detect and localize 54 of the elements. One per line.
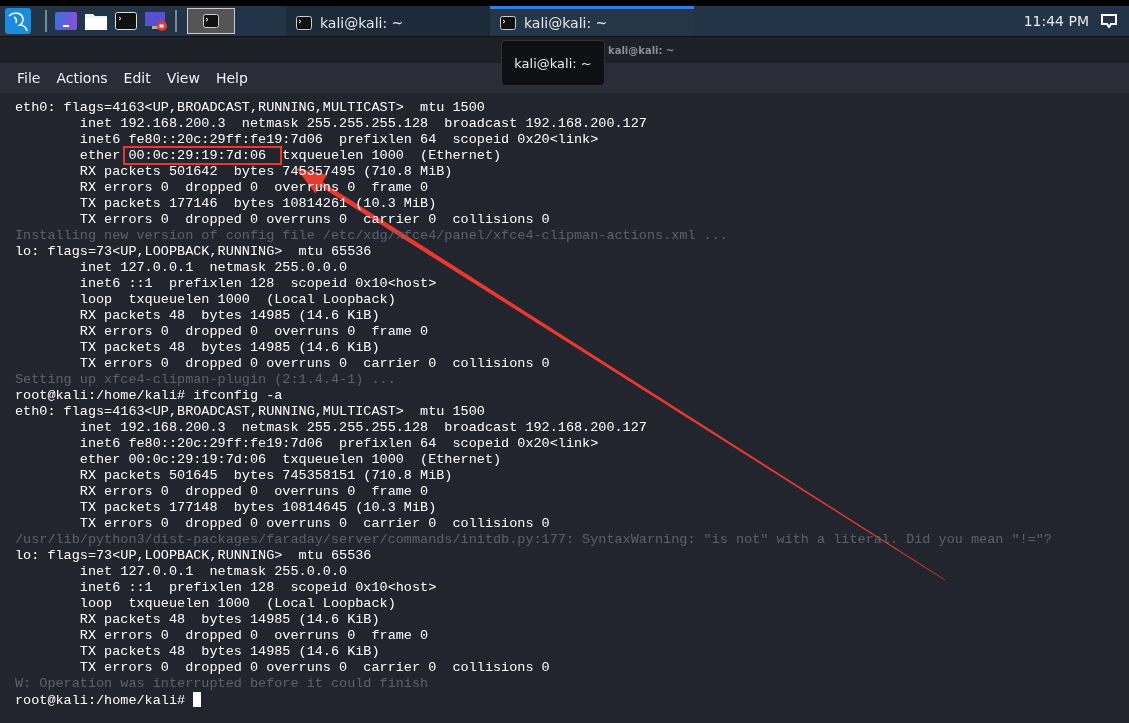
faded-terminal-line: W: Operation was interrupted before it could finish (15, 676, 430, 692)
terminal-line: inet6 ::1 prefixlen 128 scopeid 0x10<host> (78, 580, 438, 596)
terminal-line: lo: flags=73<UP,LOOPBACK,RUNNING> mtu 65536 (15, 548, 373, 564)
terminal-line: root@kali:/home/kali# ifconfig -a (15, 388, 284, 404)
terminal-line: TX errors 0 dropped 0 overruns 0 carrier 0 collisions 0 (78, 356, 551, 372)
task-button[interactable] (187, 8, 235, 34)
menu-item[interactable]: View (158, 66, 208, 90)
terminal-line: TX errors 0 dropped 0 overruns 0 carrier 0 collisions 0 (78, 660, 551, 676)
terminal-line: loop txqueuelen 1000 (Local Loopback) (78, 292, 397, 308)
terminal-line: eth0: flags=4163<UP,BROADCAST,RUNNING,MULTICAST> mtu 1500 (15, 404, 486, 420)
menu-item[interactable]: File (9, 66, 49, 90)
terminal-line: RX packets 48 bytes 14985 (14.6 KiB) (78, 308, 381, 324)
terminal-line: inet 127.0.0.1 netmask 255.0.0.0 (78, 564, 349, 580)
terminal-icon (500, 15, 516, 30)
terminal-line: RX errors 0 dropped 0 overruns 0 frame 0 (78, 484, 430, 500)
terminal-icon (203, 14, 219, 28)
terminal-line: TX packets 48 bytes 14985 (14.6 KiB) (78, 340, 381, 356)
faded-terminal-line: Setting up xfce4-clipman-plugin (2:1.4.4-1) ... (15, 372, 397, 388)
terminal-line: TX packets 48 bytes 14985 (14.6 KiB) (78, 644, 381, 660)
clock[interactable]: 11:44 PM (1023, 13, 1089, 29)
terminal-line: lo: flags=73<UP,LOOPBACK,RUNNING> mtu 65536 (15, 244, 373, 260)
terminal-line: TX packets 177146 bytes 10814261 (10.3 MiB) (78, 196, 438, 212)
terminal-line: RX packets 501645 bytes 745358151 (710.8 MiB) (78, 468, 454, 484)
notification-icon[interactable] (1101, 14, 1117, 28)
menu-item[interactable]: Help (207, 66, 256, 90)
terminal-line: inet 127.0.0.1 netmask 255.0.0.0 (78, 260, 349, 276)
terminal-line: inet6 fe80::20c:29ff:fe19:7d06 prefixlen 64 scopeid 0x20<link> (78, 436, 600, 452)
menu-item[interactable]: Edit (115, 66, 159, 90)
terminal-line: TX errors 0 dropped 0 overruns 0 carrier 0 collisions 0 (78, 516, 551, 532)
terminal-line: inet6 fe80::20c:29ff:fe19:7d06 prefixlen 64 scopeid 0x20<link> (78, 132, 600, 148)
tooltip: kali@kali: ~ (501, 40, 605, 86)
terminal-line: TX packets 177148 bytes 10814645 (10.3 MiB) (78, 500, 438, 516)
shell-prompt: root@kali:/home/kali# (15, 693, 187, 708)
terminal-line: inet6 ::1 prefixlen 128 scopeid 0x10<host> (78, 276, 438, 292)
terminal-line: loop txqueuelen 1000 (Local Loopback) (78, 596, 397, 612)
highlighted-mac-address: 00:0c:29:19:7d:06 (123, 146, 283, 165)
terminal-line: eth0: flags=4163<UP,BROADCAST,RUNNING,MULTICAST> mtu 1500 (15, 100, 486, 116)
menu-item[interactable]: Actions (48, 66, 116, 90)
text-cursor (193, 692, 202, 707)
terminal-text: ether (78, 148, 122, 163)
terminal-line: RX packets 48 bytes 14985 (14.6 KiB) (78, 612, 381, 628)
terminal-line: inet 192.168.200.3 netmask 255.255.255.128 broadcast 192.168.200.127 (78, 420, 648, 436)
window-title: kali@kali: ~ (608, 44, 675, 56)
terminal-text: txqueuelen 1000 (Ethernet) (281, 148, 502, 163)
dragon-logo-icon[interactable] (5, 8, 31, 34)
screen-recorder-icon[interactable] (144, 10, 168, 32)
window-button[interactable]: kali@kali: ~ (286, 6, 490, 36)
terminal-line: inet 192.168.200.3 netmask 255.255.255.128 broadcast 192.168.200.127 (78, 116, 648, 132)
terminal-line: ether 00:0c:29:19:7d:06 txqueuelen 1000 (Ethernet) (78, 452, 503, 468)
terminal-icon[interactable] (114, 10, 138, 32)
terminal-line: RX errors 0 dropped 0 overruns 0 frame 0 (78, 628, 430, 644)
terminal-icon (296, 15, 312, 30)
terminal-line: RX errors 0 dropped 0 overruns 0 frame 0 (78, 324, 430, 340)
workspace-icon[interactable] (54, 10, 78, 32)
